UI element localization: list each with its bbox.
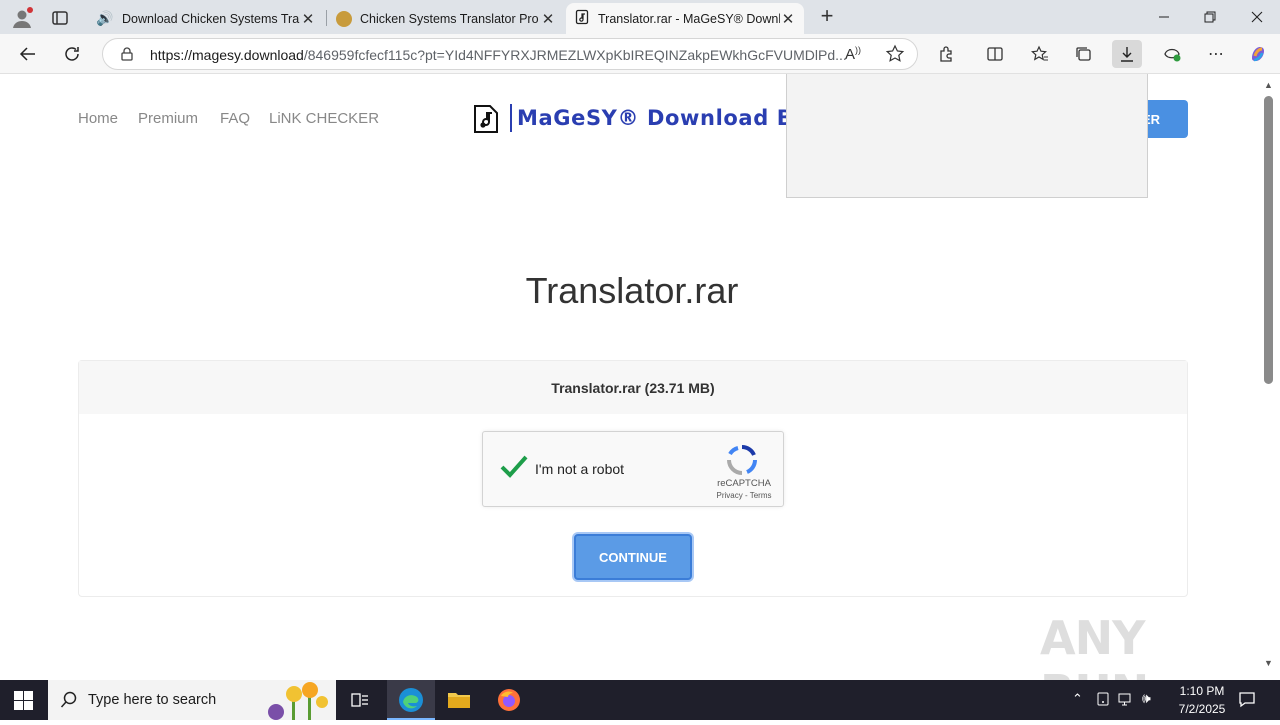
downloads-icon[interactable] (1112, 40, 1142, 68)
download-card: Translator.rar (23.71 MB) I'm not a robo… (78, 360, 1188, 597)
magesy-logo-icon[interactable] (472, 104, 500, 139)
tab-separator (326, 10, 327, 26)
scroll-up-icon[interactable]: ▲ (1264, 80, 1273, 90)
network-icon[interactable] (1118, 691, 1134, 710)
close-window-button[interactable] (1234, 0, 1280, 34)
url-text: https://magesy.download/846959fcfecf115c… (150, 47, 847, 63)
favorites-icon[interactable] (1026, 40, 1054, 68)
downloads-flyout-panel (786, 74, 1148, 198)
captcha-label: I'm not a robot (535, 461, 625, 477)
file-explorer-icon[interactable] (447, 690, 471, 715)
refresh-button[interactable] (58, 40, 86, 68)
checkmark-icon[interactable] (499, 452, 529, 487)
tab-title: Chicken Systems Translator Pro v2 (360, 11, 540, 26)
minimize-button[interactable] (1141, 0, 1187, 34)
search-placeholder: Type here to search (88, 692, 217, 708)
page-title: Translator.rar (525, 270, 739, 311)
nav-faq-link[interactable]: FAQ (220, 110, 250, 127)
device-icon[interactable] (1096, 691, 1110, 710)
task-view-icon[interactable] (350, 690, 370, 715)
copilot-icon[interactable] (1244, 40, 1272, 68)
new-tab-button[interactable]: + (814, 4, 840, 30)
notifications-icon[interactable] (1238, 690, 1256, 711)
close-icon[interactable]: ✕ (540, 10, 556, 28)
favorite-star-icon[interactable] (885, 44, 905, 69)
edge-taskbar-icon[interactable] (387, 680, 435, 720)
tab-download-chicken[interactable]: 🔊 Download Chicken Systems Translator ✕ (88, 3, 324, 34)
search-highlight-flowers-icon (262, 682, 334, 725)
close-icon[interactable]: ✕ (300, 10, 316, 28)
document-icon (574, 9, 590, 28)
clock-date[interactable]: 7/2/2025 (1172, 702, 1232, 716)
scroll-thumb[interactable] (1264, 96, 1273, 384)
search-icon (60, 691, 78, 714)
restore-button[interactable] (1187, 0, 1233, 34)
site-favicon-icon (336, 10, 352, 27)
logo-divider (510, 104, 512, 132)
tab-translator-rar[interactable]: Translator.rar - MaGeSY® Download ✕ (566, 3, 804, 34)
windows-taskbar: Type here to search ⌃ 🕪 1:10 PM 7/2/2025 (0, 680, 1280, 720)
anyrun-watermark: ANY RUN (1040, 611, 1149, 680)
split-screen-icon[interactable] (981, 40, 1009, 68)
browser-essentials-icon[interactable] (1158, 40, 1186, 68)
extensions-icon[interactable] (933, 40, 961, 68)
nav-link-checker-link[interactable]: LiNK CHECKER (269, 110, 379, 127)
volume-icon[interactable]: 🕪 (1142, 690, 1151, 707)
continue-button[interactable]: CONTINUE (574, 534, 692, 580)
captcha-brand: reCAPTCHA (717, 478, 771, 489)
file-info-header: Translator.rar (23.71 MB) (79, 361, 1187, 414)
read-aloud-icon[interactable]: A)) (845, 45, 861, 63)
nav-home-link[interactable]: Home (78, 110, 118, 127)
tab-actions-icon[interactable] (50, 8, 70, 28)
nav-premium-link[interactable]: Premium (138, 110, 198, 127)
recaptcha-widget[interactable]: I'm not a robot reCAPTCHA Privacy - Term… (482, 431, 784, 507)
address-bar[interactable]: https://magesy.download/846959fcfecf115c… (102, 38, 918, 70)
profile-avatar-icon[interactable] (10, 6, 34, 30)
page-scrollbar[interactable]: ▲ ▼ (1260, 74, 1280, 680)
firefox-icon[interactable] (497, 688, 521, 717)
speaker-icon: 🔊 (96, 10, 114, 26)
more-menu-icon[interactable]: ⋯ (1202, 40, 1230, 68)
lock-icon[interactable] (119, 46, 135, 67)
clock-time[interactable]: 1:10 PM (1172, 684, 1232, 698)
back-button[interactable] (14, 40, 42, 68)
captcha-links[interactable]: Privacy - Terms (705, 491, 783, 500)
tab-chicken-systems[interactable]: Chicken Systems Translator Pro v2 ✕ (328, 3, 564, 34)
browser-toolbar: https://magesy.download/846959fcfecf115c… (0, 34, 1280, 74)
tab-title: Download Chicken Systems Translator (122, 11, 300, 26)
collections-icon[interactable] (1070, 40, 1098, 68)
browser-tab-strip: 🔊 Download Chicken Systems Translator ✕ … (0, 0, 1280, 34)
tab-title: Translator.rar - MaGeSY® Download (598, 11, 780, 26)
scroll-down-icon[interactable]: ▼ (1264, 658, 1273, 668)
taskbar-search-box[interactable]: Type here to search (48, 680, 336, 720)
start-button[interactable] (14, 691, 33, 715)
web-page: Home Premium FAQ LiNK CHECKER MaGeSY® Do… (4, 74, 1260, 680)
recaptcha-logo-icon (726, 444, 758, 481)
show-hidden-icons-icon[interactable]: ⌃ (1072, 691, 1083, 707)
close-icon[interactable]: ✕ (780, 10, 796, 28)
